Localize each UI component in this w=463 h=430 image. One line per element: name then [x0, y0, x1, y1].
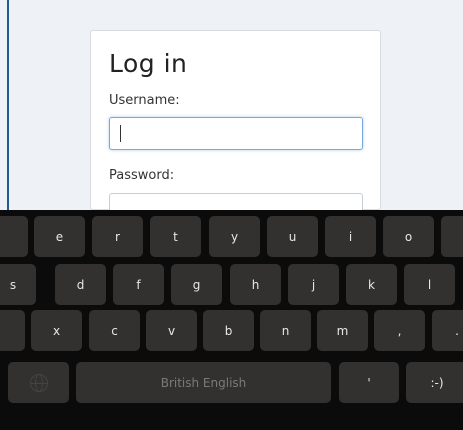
key-u[interactable]: u	[267, 216, 318, 257]
username-label: Username:	[109, 93, 180, 108]
key-apostrophe[interactable]: '	[339, 362, 399, 403]
on-screen-keyboard: e r t y u i o s d f g h j k l x c v b n …	[0, 210, 463, 430]
key-l[interactable]: l	[404, 264, 455, 305]
key-x[interactable]: x	[31, 310, 82, 351]
key-y[interactable]: y	[209, 216, 260, 257]
key-period[interactable]: .	[432, 310, 463, 351]
globe-icon	[29, 373, 48, 392]
key-g[interactable]: g	[171, 264, 222, 305]
key-c[interactable]: c	[89, 310, 140, 351]
key-v[interactable]: v	[146, 310, 197, 351]
username-field[interactable]	[109, 117, 363, 150]
key-d[interactable]: d	[55, 264, 106, 305]
smiley-key[interactable]: :-)	[406, 362, 463, 403]
space-key[interactable]: British English	[76, 362, 331, 403]
key-o[interactable]: o	[383, 216, 434, 257]
text-cursor	[120, 125, 121, 142]
key-m[interactable]: m	[317, 310, 368, 351]
key-b[interactable]: b	[203, 310, 254, 351]
language-switch-key[interactable]	[8, 362, 69, 403]
key-partial-left-row1[interactable]	[0, 216, 28, 257]
key-f[interactable]: f	[113, 264, 164, 305]
key-partial-right-row1[interactable]	[441, 216, 463, 257]
key-e[interactable]: e	[34, 216, 85, 257]
key-n[interactable]: n	[260, 310, 311, 351]
key-r[interactable]: r	[92, 216, 143, 257]
key-h[interactable]: h	[230, 264, 281, 305]
key-comma[interactable]: ,	[374, 310, 425, 351]
key-k[interactable]: k	[346, 264, 397, 305]
key-j[interactable]: j	[288, 264, 339, 305]
key-partial-left-row3[interactable]	[0, 310, 25, 351]
key-s[interactable]: s	[0, 264, 36, 305]
key-t[interactable]: t	[150, 216, 201, 257]
key-i[interactable]: i	[325, 216, 376, 257]
login-card: Log in Username: Password:	[90, 30, 381, 226]
page-title: Log in	[109, 49, 188, 78]
password-label: Password:	[109, 168, 175, 183]
